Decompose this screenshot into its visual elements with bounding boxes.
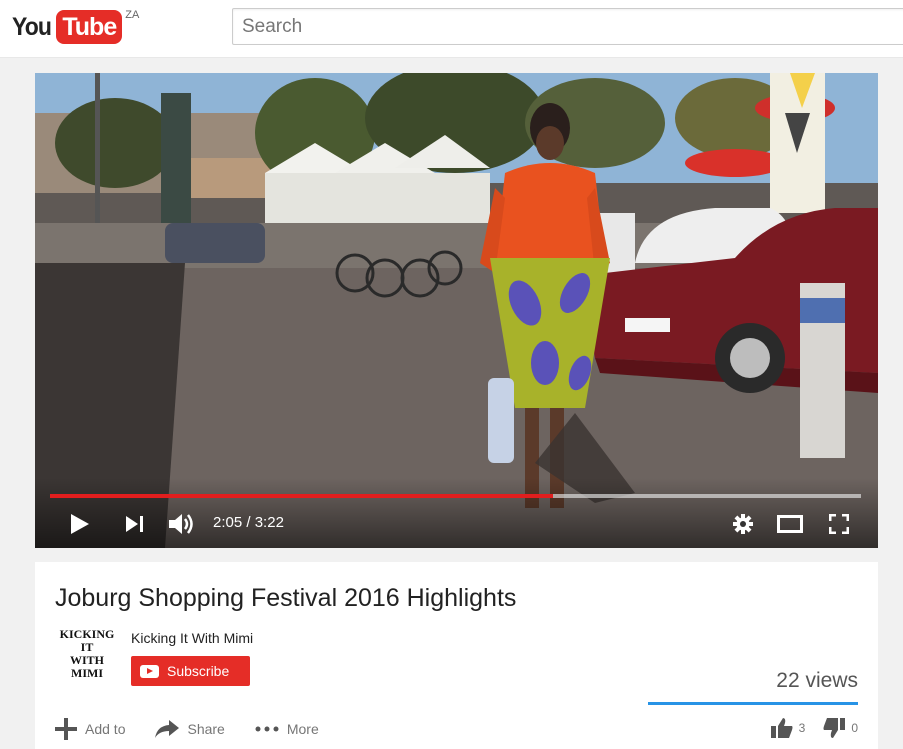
dislike-count: 0 [851, 721, 858, 735]
video-info-panel: Joburg Shopping Festival 2016 Highlights… [35, 562, 878, 749]
volume-icon [169, 514, 193, 534]
progress-played [50, 494, 553, 498]
channel-name-link[interactable]: Kicking It With Mimi [131, 630, 253, 646]
like-count: 3 [798, 721, 806, 735]
progress-bar[interactable] [50, 494, 861, 498]
theater-icon [777, 515, 803, 533]
more-dots-icon [255, 726, 279, 732]
theater-mode-button[interactable] [776, 511, 804, 537]
next-button[interactable] [124, 511, 146, 537]
channel-logo[interactable]: KICKING IT WITH MIMI [55, 628, 119, 694]
thumbs-down-icon[interactable] [823, 718, 846, 738]
settings-button[interactable] [732, 511, 754, 537]
video-frame [35, 73, 878, 548]
current-time: 2:05 [213, 514, 243, 531]
youtube-logo[interactable]: You Tube ZA [12, 9, 140, 44]
action-bar: Add to Share More [55, 718, 349, 740]
view-count: 22 views [776, 669, 858, 692]
plus-icon [55, 718, 77, 740]
masthead: You Tube ZA Search [0, 0, 903, 58]
share-arrow-icon [155, 720, 180, 738]
thumbs-up-icon[interactable] [770, 718, 793, 738]
volume-button[interactable] [168, 511, 196, 537]
region-code: ZA [125, 9, 140, 21]
time-separator: / [242, 514, 255, 531]
logo-tube-text: Tube [56, 10, 123, 44]
add-to-button[interactable]: Add to [55, 718, 125, 740]
more-button[interactable]: More [255, 721, 319, 737]
video-player[interactable]: 2:05 / 3:22 [35, 73, 878, 548]
rating-bar: 3 0 [770, 718, 858, 738]
youtube-play-icon [140, 664, 159, 678]
logo-you-text: You [12, 13, 52, 41]
more-label: More [286, 721, 319, 737]
play-icon [71, 514, 89, 534]
subscribe-label: Subscribe [167, 663, 230, 679]
channel-logo-line: MIMI [71, 666, 103, 680]
like-ratio-bar [648, 702, 858, 705]
play-button[interactable] [69, 511, 91, 537]
settings-icon [733, 514, 753, 534]
fullscreen-button[interactable] [827, 511, 851, 537]
share-button[interactable]: Share [155, 720, 225, 738]
share-label: Share [187, 721, 225, 737]
search-input[interactable]: Search [232, 8, 903, 45]
time-display: 2:05 / 3:22 [213, 514, 284, 531]
duration: 3:22 [254, 514, 284, 531]
subscribe-button[interactable]: Subscribe [131, 656, 250, 686]
add-to-label: Add to [85, 721, 126, 737]
fullscreen-icon [829, 514, 849, 534]
next-icon [126, 516, 143, 532]
video-title: Joburg Shopping Festival 2016 Highlights [55, 584, 517, 612]
